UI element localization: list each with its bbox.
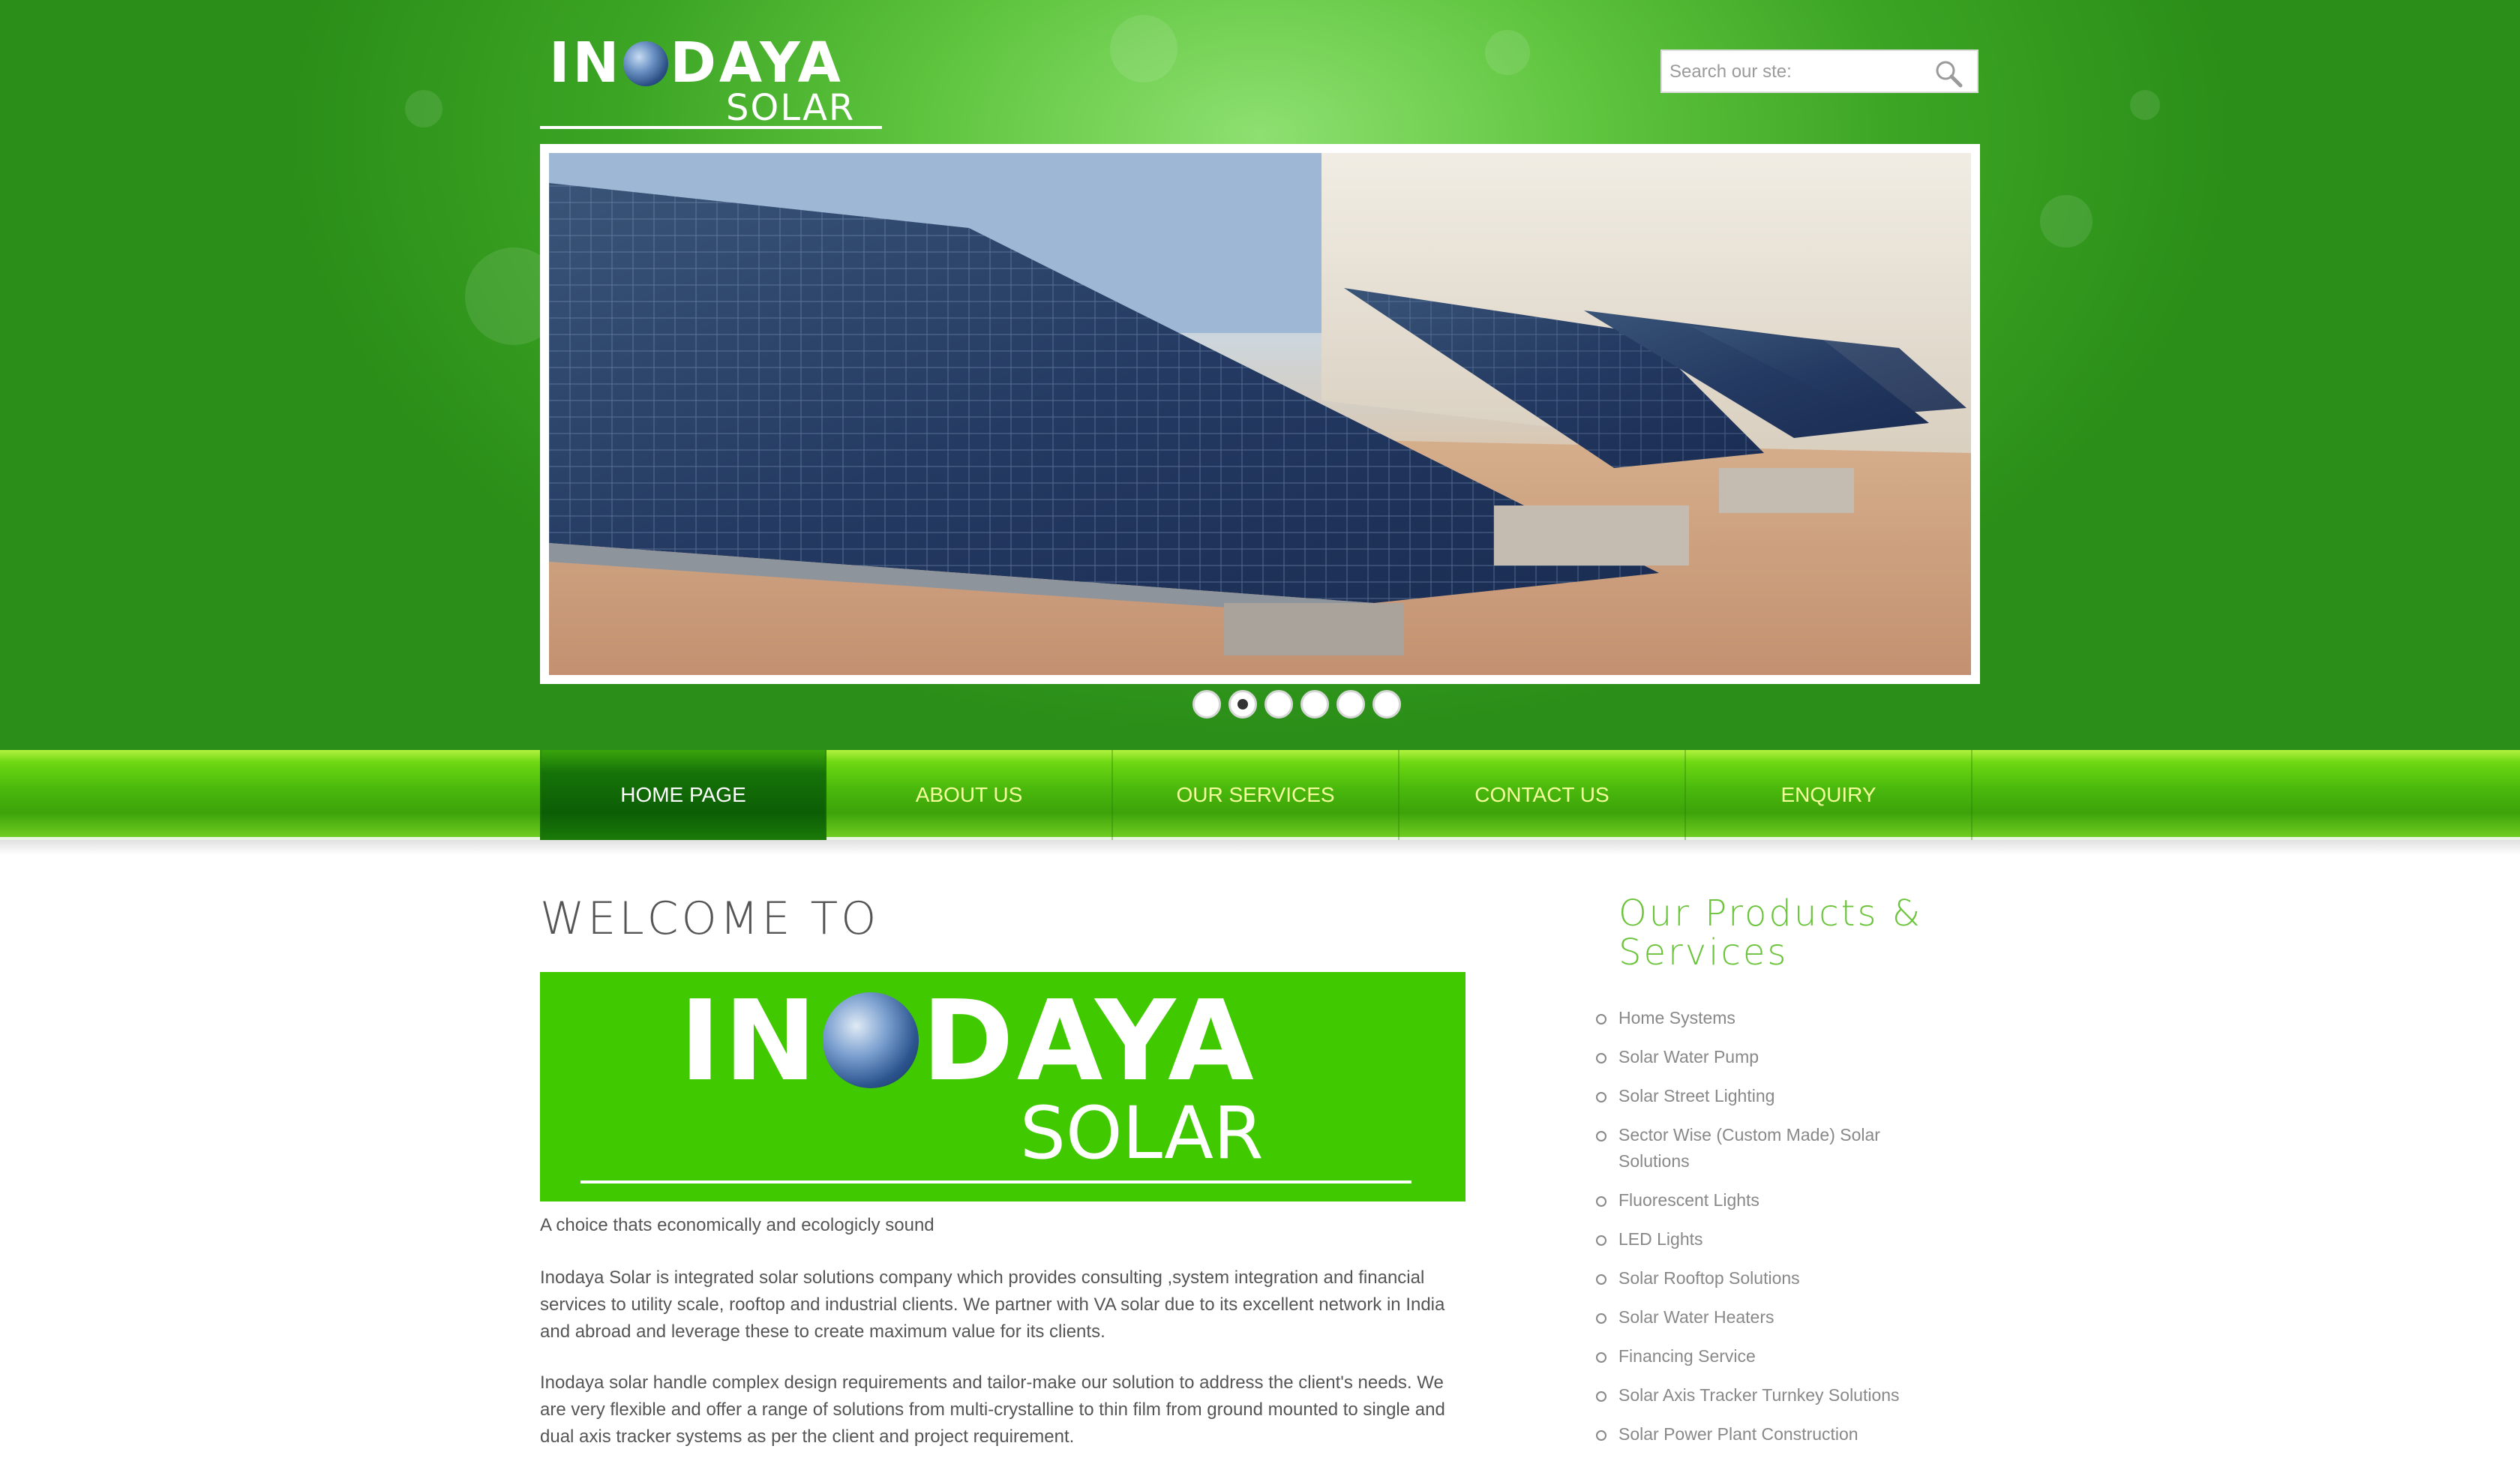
nav-shadow	[0, 840, 2520, 855]
service-solar-street-lighting[interactable]: Solar Street Lighting	[1596, 1083, 1941, 1109]
nav-item-home-page[interactable]: HOME PAGE	[540, 750, 826, 840]
service-fluorescent-lights[interactable]: Fluorescent Lights	[1596, 1187, 1941, 1214]
banner-underline	[580, 1180, 1412, 1184]
search-input[interactable]	[1670, 58, 1924, 86]
service-solar-water-pump[interactable]: Solar Water Pump	[1596, 1044, 1941, 1070]
page-title: WELCOME TO	[540, 892, 880, 945]
site-logo[interactable]: IN DAYA SOLAR	[540, 33, 885, 130]
globe-icon	[822, 992, 919, 1088]
globe-icon	[623, 41, 669, 86]
products-services-list: Home Systems Solar Water Pump Solar Stre…	[1596, 1005, 1941, 1460]
inodaya-banner: IN DAYA SOLAR	[540, 972, 1466, 1202]
tagline: A choice thats economically and ecologic…	[540, 1215, 934, 1235]
nav-item-enquiry[interactable]: ENQUIRY	[1686, 750, 1972, 840]
logo-underline	[540, 126, 882, 129]
search-icon[interactable]	[1934, 58, 1964, 88]
slider-dot-2[interactable]	[1228, 690, 1257, 718]
service-solar-water-heaters[interactable]: Solar Water Heaters	[1596, 1304, 1941, 1330]
service-axis-tracker[interactable]: Solar Axis Tracker Turnkey Solutions	[1596, 1382, 1941, 1408]
service-solar-rooftop[interactable]: Solar Rooftop Solutions	[1596, 1265, 1941, 1292]
banner-wordmark: IN DAYA	[680, 976, 1257, 1106]
image-slider	[540, 144, 1980, 684]
service-financing[interactable]: Financing Service	[1596, 1343, 1941, 1370]
search-box	[1660, 50, 1978, 93]
sidebar-title: Our Products & Services	[1618, 892, 1923, 974]
slider-dot-6[interactable]	[1372, 690, 1401, 718]
slider-dot-3[interactable]	[1264, 690, 1293, 718]
service-home-systems[interactable]: Home Systems	[1596, 1005, 1941, 1031]
banner-subtitle: SOLAR	[1020, 1091, 1264, 1175]
nav-item-our-services[interactable]: OUR SERVICES	[1113, 750, 1400, 840]
solutions-paragraph: Inodaya solar handle complex design requ…	[540, 1372, 1445, 1447]
slider-dot-5[interactable]	[1336, 690, 1365, 718]
solar-panels-illustration	[549, 153, 1971, 675]
slider-dot-1[interactable]	[1192, 690, 1221, 718]
nav-item-contact-us[interactable]: CONTACT US	[1400, 750, 1686, 840]
service-sector-wise-solutions[interactable]: Sector Wise (Custom Made) Solar Solution…	[1596, 1122, 1941, 1174]
slide-image-solar-panels	[549, 153, 1971, 675]
logo-wordmark: IN DAYA	[549, 31, 844, 95]
service-led-lights[interactable]: LED Lights	[1596, 1226, 1941, 1252]
intro-paragraph: Inodaya Solar is integrated solar soluti…	[540, 1268, 1445, 1342]
service-power-plant-construction[interactable]: Solar Power Plant Construction	[1596, 1421, 1941, 1448]
slider-pagination	[1192, 690, 1401, 720]
main-navigation: HOME PAGE ABOUT US OUR SERVICES CONTACT …	[540, 750, 1976, 840]
logo-subtitle: SOLAR	[726, 87, 856, 129]
nav-item-about-us[interactable]: ABOUT US	[826, 750, 1113, 840]
slider-dot-4[interactable]	[1300, 690, 1329, 718]
